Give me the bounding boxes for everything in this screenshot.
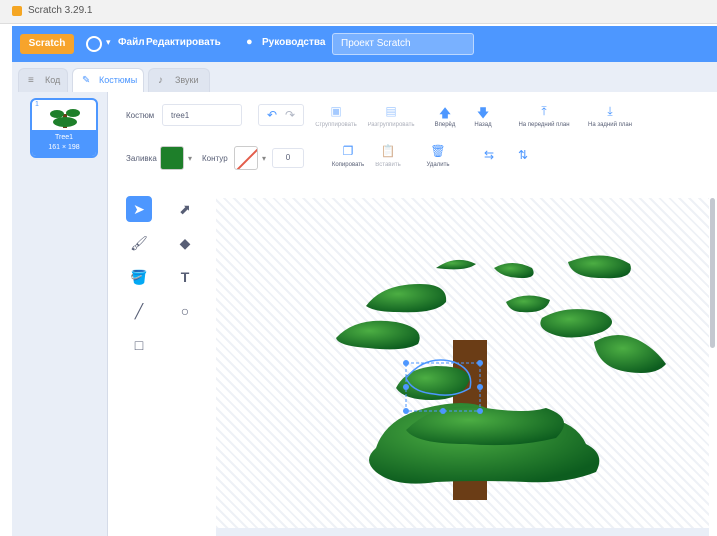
- canvas-bottom-bar: [216, 528, 709, 536]
- copy-label: Копировать: [331, 162, 365, 168]
- forward-button[interactable]: 🡅 Вперёд: [430, 104, 460, 128]
- flip-horizontal-icon: ⇆: [483, 148, 495, 162]
- delete-button[interactable]: 🗑 Удалить: [420, 144, 456, 168]
- tree-thumbnail: [50, 109, 80, 128]
- forward-label: Вперёд: [434, 122, 456, 128]
- arrow-down-icon: 🡇: [476, 106, 490, 120]
- menu-bar: Scratch ▾ Файл Редактировать ● Руководст…: [12, 26, 717, 62]
- copy-icon: ❐: [342, 144, 354, 158]
- fill-color-swatch[interactable]: [160, 146, 184, 170]
- undo-icon[interactable]: ↶: [267, 108, 277, 122]
- paint-editor: Костюм tree1 ↶ ↷ ▣ Сгруппировать ▤ Разгр…: [108, 92, 717, 536]
- sound-icon: ♪: [158, 75, 163, 86]
- stroke-label: Контур: [202, 154, 228, 163]
- flip-vertical-icon: ⇅: [517, 148, 529, 162]
- window-titlebar: Scratch 3.29.1: [0, 0, 717, 24]
- fill-label: Заливка: [126, 154, 157, 163]
- project-title-input[interactable]: Проект Scratch: [332, 33, 474, 55]
- select-tool-icon[interactable]: ➤: [126, 196, 152, 222]
- rectangle-tool-icon[interactable]: □: [126, 332, 152, 358]
- costume-list: 1 Tree1 161 × 198: [12, 92, 108, 536]
- stroke-size-input[interactable]: 0: [272, 148, 304, 168]
- tab-sounds[interactable]: ♪ Звуки: [148, 68, 210, 92]
- redo-icon[interactable]: ↷: [285, 108, 295, 122]
- flip-vertical-button[interactable]: ⇅: [512, 148, 534, 164]
- menu-file[interactable]: Файл: [118, 37, 145, 48]
- tab-code[interactable]: ≡ Код: [18, 68, 68, 92]
- costume-tile[interactable]: 1 Tree1 161 × 198: [30, 98, 98, 158]
- paint-toolbox: ➤ ⬈ 🖌 ◆ 🪣 T ╱ ○ □: [126, 196, 202, 376]
- ungroup-icon: ▤: [385, 104, 397, 118]
- costume-number: 1: [35, 101, 39, 108]
- stroke-color-swatch[interactable]: [234, 146, 258, 170]
- costume-name-input[interactable]: tree1: [162, 104, 242, 126]
- group-icon: ▣: [330, 104, 342, 118]
- scratch-logo[interactable]: Scratch: [20, 34, 74, 54]
- menu-tutorials[interactable]: Руководства: [262, 37, 325, 48]
- to-front-label: На передний план: [518, 122, 570, 128]
- paste-label: Вставить: [375, 162, 401, 168]
- tree-drawing: [336, 255, 666, 500]
- chevron-down-icon[interactable]: ▾: [106, 37, 111, 48]
- backward-button[interactable]: 🡇 Назад: [468, 104, 498, 128]
- brush-tool-icon[interactable]: 🖌: [126, 230, 152, 256]
- editor-tabs: ≡ Код ✎ Костюмы ♪ Звуки: [12, 62, 717, 92]
- line-tool-icon[interactable]: ╱: [126, 298, 152, 324]
- ungroup-label: Разгруппировать: [367, 122, 415, 128]
- paste-icon: 📋: [380, 144, 396, 158]
- fill-tool-icon[interactable]: 🪣: [126, 264, 152, 290]
- menu-edit[interactable]: Редактировать: [146, 37, 221, 48]
- costume-label-text: Костюм: [126, 111, 155, 120]
- tab-costumes[interactable]: ✎ Костюмы: [72, 68, 144, 92]
- brush-icon: ✎: [82, 75, 91, 86]
- copy-button[interactable]: ❐ Копировать: [330, 144, 366, 168]
- arrow-up-icon: 🡅: [438, 106, 452, 120]
- circle-tool-icon[interactable]: ○: [172, 298, 198, 324]
- tab-sounds-label: Звуки: [175, 75, 199, 85]
- group-label: Сгруппировать: [315, 122, 357, 128]
- stroke-chevron-down-icon[interactable]: ▾: [262, 154, 266, 163]
- delete-label: Удалить: [426, 162, 450, 168]
- undo-redo-group: ↶ ↷: [258, 104, 304, 126]
- globe-icon[interactable]: [86, 36, 102, 52]
- tab-costumes-label: Костюмы: [99, 75, 138, 85]
- eraser-tool-icon[interactable]: ◆: [172, 230, 198, 256]
- tutorials-icon[interactable]: ●: [246, 36, 253, 48]
- to-front-button[interactable]: ⤒ На передний план: [512, 104, 576, 128]
- paint-canvas[interactable]: [216, 198, 709, 528]
- to-back-button[interactable]: ⤓ На задний план: [578, 104, 642, 128]
- to-back-icon: ⤓: [607, 104, 613, 118]
- to-back-label: На задний план: [587, 122, 632, 128]
- paste-button[interactable]: 📋 Вставить: [370, 144, 406, 168]
- backward-label: Назад: [474, 122, 492, 128]
- costume-size: 161 × 198: [48, 144, 80, 151]
- canvas-vertical-scrollbar[interactable]: [710, 198, 715, 348]
- costume-label: Tree1 161 × 198: [32, 130, 96, 156]
- reshape-tool-icon[interactable]: ⬈: [172, 196, 198, 222]
- text-tool-icon[interactable]: T: [172, 264, 198, 290]
- costume-name: Tree1: [54, 134, 74, 141]
- window-title: Scratch 3.29.1: [28, 5, 93, 16]
- leaf-clusters: [336, 255, 666, 484]
- tab-code-label: Код: [45, 75, 61, 85]
- flip-horizontal-button[interactable]: ⇆: [478, 148, 500, 164]
- group-button[interactable]: ▣ Сгруппировать: [314, 104, 358, 128]
- scratch-app-icon: [12, 6, 22, 16]
- to-front-icon: ⤒: [541, 104, 547, 118]
- ungroup-button[interactable]: ▤ Разгруппировать: [364, 104, 418, 128]
- fill-chevron-down-icon[interactable]: ▾: [188, 154, 192, 163]
- trash-icon: 🗑: [430, 144, 446, 158]
- code-icon: ≡: [28, 75, 34, 86]
